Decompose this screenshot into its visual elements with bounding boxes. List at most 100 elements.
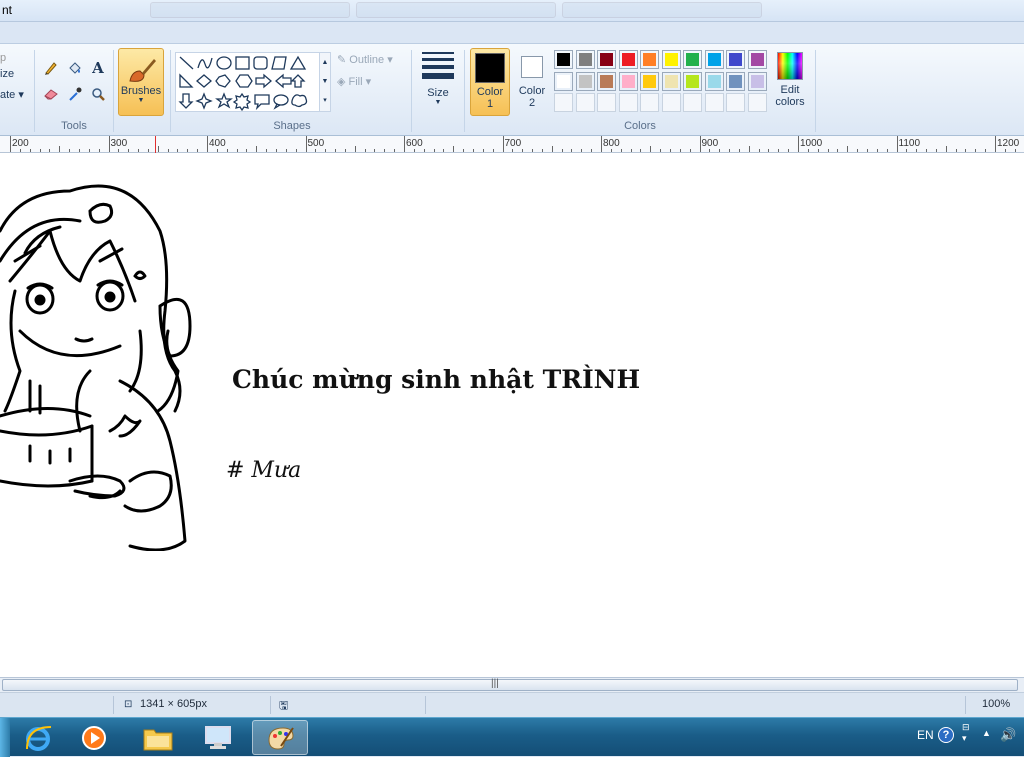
zoom-level[interactable]: 100% <box>982 698 1010 710</box>
palette-empty-slot[interactable] <box>747 93 767 112</box>
ruler-tick <box>325 149 327 152</box>
group-separator <box>34 50 35 132</box>
paint-taskbar-button[interactable] <box>252 720 308 755</box>
palette-empty-slot[interactable] <box>554 93 573 112</box>
palette-swatch[interactable] <box>554 71 573 91</box>
palette-empty-slot[interactable] <box>704 93 724 112</box>
ribbon: p ize ate ▾ A Tools Brushes ▼ ▲ ▼ ▾ ✎ Ou… <box>0 44 1024 136</box>
palette-empty-slot[interactable] <box>661 93 681 112</box>
palette-swatch[interactable] <box>575 50 595 69</box>
signature-text: # Mưa <box>226 458 302 483</box>
media-player-icon[interactable] <box>68 720 120 755</box>
shapes-gallery[interactable]: ▲ ▼ ▾ <box>175 52 331 112</box>
ruler-tick <box>650 146 652 152</box>
drawing-canvas[interactable]: Chúc mừng sinh nhật TRÌNH # Mưa <box>0 153 1024 677</box>
status-separator <box>113 696 114 714</box>
ruler-tick <box>738 149 740 152</box>
palette-swatch[interactable] <box>726 50 745 69</box>
fill-button[interactable]: ◈ Fill ▾ <box>337 75 371 88</box>
ruler-tick <box>955 149 957 152</box>
ruler-tick <box>630 149 632 152</box>
palette-swatch[interactable] <box>575 71 595 91</box>
palette-swatch[interactable] <box>683 50 702 69</box>
palette-swatch[interactable] <box>726 71 745 91</box>
edit-colors-button[interactable]: Edit colors <box>771 50 809 116</box>
ruler-label: 1100 <box>898 138 921 149</box>
palette-empty-slot[interactable] <box>618 93 638 112</box>
rotate-fragment[interactable]: ate ▾ <box>0 88 24 108</box>
pencil-icon[interactable] <box>40 58 62 78</box>
text-tool-icon[interactable]: A <box>87 58 109 78</box>
help-icon[interactable]: ? <box>938 727 954 743</box>
palette-swatch[interactable] <box>661 50 681 69</box>
ruler-tick <box>443 149 445 152</box>
ruler-tick <box>601 136 602 152</box>
palette-empty-slot[interactable] <box>597 93 616 112</box>
palette-swatch[interactable] <box>640 50 659 69</box>
palette-swatch[interactable] <box>597 50 616 69</box>
palette-swatch[interactable] <box>640 71 659 91</box>
outline-button[interactable]: ✎ Outline ▾ <box>337 53 393 66</box>
ruler-tick <box>1014 149 1016 152</box>
palette-empty-slot[interactable] <box>640 93 659 112</box>
start-orb-edge[interactable] <box>0 718 10 757</box>
color-picker-icon[interactable] <box>64 84 86 104</box>
image-fragment-1[interactable]: p <box>0 52 24 68</box>
palette-swatch[interactable] <box>704 71 724 91</box>
ruler-tick <box>295 149 297 152</box>
ruler-label: 800 <box>603 138 620 149</box>
input-language[interactable]: EN <box>917 728 934 742</box>
scrollbar-thumb[interactable]: ||| <box>2 678 1018 691</box>
chevron-down-icon: ▼ <box>137 97 145 104</box>
speaker-icon[interactable]: 🔊 <box>1000 727 1016 743</box>
ruler-tick <box>729 149 731 152</box>
palette-swatch[interactable] <box>597 71 616 91</box>
ruler-tick <box>551 146 553 152</box>
remote-desktop-icon[interactable] <box>192 720 244 755</box>
ruler-label: 200 <box>12 138 29 149</box>
resize-fragment[interactable]: ize <box>0 68 24 88</box>
palette-swatch[interactable] <box>618 50 638 69</box>
palette-swatch[interactable] <box>704 50 724 69</box>
tools-group-label: Tools <box>61 120 87 132</box>
palette-empty-slot[interactable] <box>726 93 745 112</box>
palette-swatch[interactable] <box>747 50 767 69</box>
swatch-color <box>686 53 699 66</box>
palette-empty-slot[interactable] <box>575 93 595 112</box>
palette-empty-slot[interactable] <box>683 93 702 112</box>
fill-icon: ◈ <box>337 76 349 88</box>
canvas-size-icon: ⊡ <box>124 699 133 710</box>
horizontal-scrollbar[interactable]: ||| <box>0 677 1024 692</box>
ruler-tick <box>492 149 494 152</box>
palette-swatch[interactable] <box>683 71 702 91</box>
size-button[interactable]: Size ▼ <box>417 50 459 114</box>
ruler-tick <box>187 149 189 152</box>
language-bar-icon[interactable]: ⊟ ▾ <box>962 722 970 744</box>
internet-explorer-icon[interactable] <box>12 720 64 755</box>
eraser-icon[interactable] <box>40 84 62 104</box>
ruler-tick <box>285 149 287 152</box>
file-explorer-icon[interactable] <box>132 720 184 755</box>
fill-bucket-icon[interactable] <box>64 58 86 78</box>
image-group-partial: p ize ate ▾ <box>0 52 24 108</box>
shapes-scroll[interactable]: ▲ ▼ ▾ <box>319 53 330 111</box>
ruler-tick <box>404 136 405 152</box>
ruler-tick <box>226 149 228 152</box>
color1-button[interactable]: Color 1 <box>470 48 510 116</box>
ruler-tick <box>147 149 149 152</box>
magnifier-icon[interactable] <box>87 84 109 104</box>
ruler-tick <box>995 136 996 152</box>
palette-swatch[interactable] <box>554 50 573 69</box>
ruler-tick <box>817 149 819 152</box>
background-tab <box>562 2 762 18</box>
show-hidden-icons-icon[interactable]: ▲ <box>982 728 991 738</box>
palette-swatch[interactable] <box>618 71 638 91</box>
brushes-button[interactable]: Brushes ▼ <box>118 48 164 116</box>
ruler-tick <box>896 136 898 152</box>
color2-button[interactable]: Color 2 <box>513 48 551 116</box>
ruler-tick <box>837 149 839 152</box>
palette-swatch[interactable] <box>747 71 767 91</box>
ruler-tick <box>216 149 218 152</box>
scrollbar-grip-icon: ||| <box>491 678 499 689</box>
palette-swatch[interactable] <box>661 71 681 91</box>
